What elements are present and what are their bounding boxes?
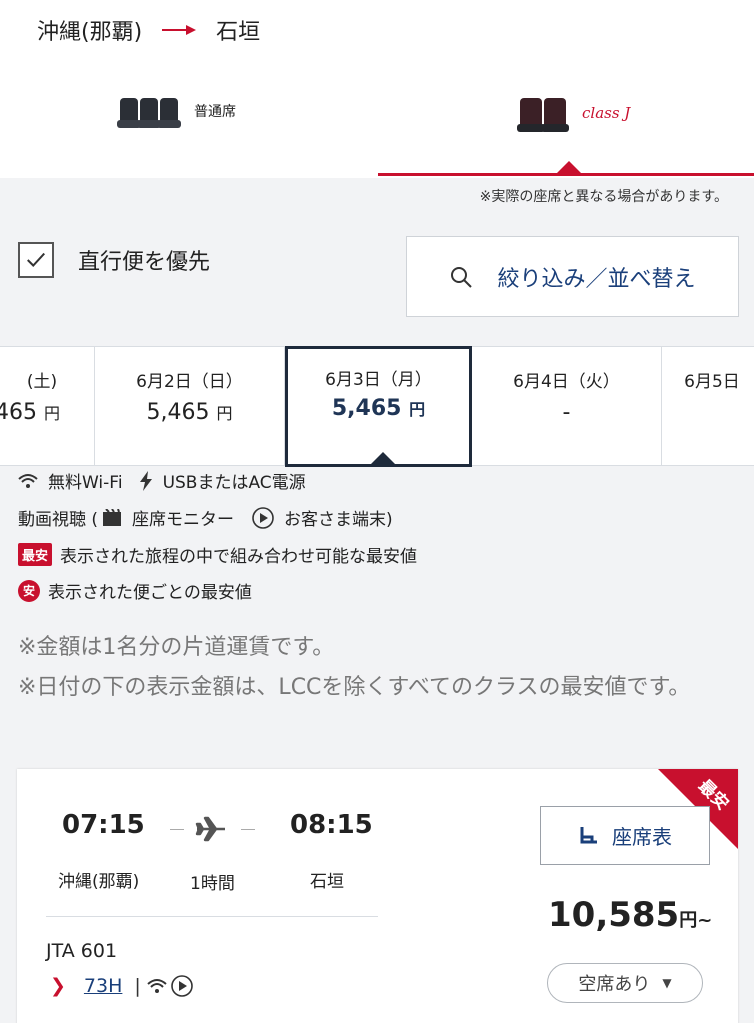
video-label: 動画視聴 ( bbox=[18, 510, 99, 530]
date-cell[interactable]: 6月2日（日） 5,465 円 bbox=[95, 347, 285, 465]
wifi-label: 無料Wi-Fi bbox=[48, 473, 123, 493]
selected-date-pointer bbox=[371, 452, 395, 464]
header: 沖縄(那覇) 石垣 普通席 class J bbox=[0, 0, 754, 178]
power-icon bbox=[139, 470, 153, 491]
page: 沖縄(那覇) 石垣 普通席 class J ※実際の座席と異なる場合があります。… bbox=[0, 0, 754, 1023]
legend-cheapest: 最安 表示された旅程の中で組み合わせ可能な最安値 bbox=[18, 542, 417, 567]
date-cell-selected[interactable]: 6月3日（月） 5,465 円 bbox=[285, 346, 472, 467]
divider bbox=[241, 829, 255, 830]
arrive-time: 08:15 bbox=[290, 810, 373, 840]
cheap-text: 表示された便ごとの最安値 bbox=[48, 583, 252, 603]
fare-price: 10,585円~ bbox=[548, 895, 713, 935]
cheapest-text: 表示された旅程の中で組み合わせ可能な最安値 bbox=[60, 547, 418, 567]
power-label: USBまたはAC電源 bbox=[162, 473, 306, 493]
check-icon bbox=[27, 252, 45, 267]
availability-dropdown[interactable]: 空席あり ▼ bbox=[547, 963, 703, 1003]
cheap-badge: 安 bbox=[18, 579, 40, 602]
prefer-direct-label: 直行便を優先 bbox=[78, 250, 211, 275]
date-cell[interactable]: 6月4日（火） - bbox=[472, 347, 662, 465]
chevron-right-icon: ❯ bbox=[50, 975, 66, 997]
depart-airport: 沖縄(那覇) bbox=[58, 872, 140, 892]
tab-class-j-label: class J bbox=[582, 104, 631, 122]
aircraft-type-link[interactable]: 73H bbox=[84, 975, 122, 997]
date-cell[interactable]: (土) 5,465 円 bbox=[0, 347, 95, 465]
economy-seat-icon bbox=[117, 98, 181, 128]
prefer-direct-checkbox[interactable] bbox=[18, 242, 54, 278]
fare-note: ※金額は1名分の片道運賃です。 bbox=[18, 635, 335, 660]
arrive-airport: 石垣 bbox=[310, 872, 344, 892]
seat-monitor-label: 座席モニター bbox=[132, 510, 235, 530]
divider bbox=[170, 829, 184, 830]
arrow-right-icon bbox=[162, 22, 197, 38]
active-tab-underline bbox=[378, 173, 754, 176]
filter-sort-label: 絞り込み／並べ替え bbox=[497, 266, 696, 292]
tab-class-j[interactable]: class J bbox=[517, 98, 631, 132]
class-j-seat-icon bbox=[517, 98, 569, 132]
play-icon bbox=[170, 975, 193, 997]
wifi-icon bbox=[18, 473, 38, 489]
seat-icon bbox=[580, 826, 597, 843]
price-note: ※日付の下の表示金額は、LCCを除くすべてのクラスの最安値です。 bbox=[18, 675, 691, 700]
legend-video: 動画視聴 ( 座席モニター お客さま端末) bbox=[18, 505, 393, 530]
flight-number: JTA 601 bbox=[46, 940, 118, 962]
duration: 1時間 bbox=[190, 874, 235, 894]
seatmap-button[interactable]: 座席表 bbox=[540, 806, 710, 865]
route-title: 沖縄(那覇) 石垣 bbox=[37, 14, 260, 46]
date-cell[interactable]: 6月5日 bbox=[662, 347, 754, 465]
destination: 石垣 bbox=[216, 20, 261, 45]
legend-amenities: 無料Wi-Fi USBまたはAC電源 bbox=[18, 468, 306, 493]
availability-label: 空席あり bbox=[578, 974, 651, 995]
seat-note: ※実際の座席と異なる場合があります。 bbox=[479, 189, 728, 205]
equipment-row: ❯ 73H | bbox=[50, 975, 193, 997]
chevron-down-icon: ▼ bbox=[662, 976, 672, 990]
wifi-icon bbox=[147, 979, 167, 993]
seat-monitor-icon bbox=[102, 508, 122, 527]
tab-economy-label: 普通席 bbox=[194, 104, 236, 120]
legend-cheap: 安 表示された便ごとの最安値 bbox=[18, 578, 252, 603]
active-tab-indicator bbox=[557, 161, 581, 173]
search-icon bbox=[451, 266, 473, 288]
filter-sort-button[interactable]: 絞り込み／並べ替え bbox=[406, 236, 739, 317]
play-icon bbox=[252, 506, 274, 529]
seatmap-label: 座席表 bbox=[612, 825, 672, 849]
depart-time: 07:15 bbox=[62, 810, 145, 840]
divider bbox=[46, 916, 378, 917]
divider: | bbox=[134, 975, 141, 997]
origin: 沖縄(那覇) bbox=[37, 20, 143, 45]
airplane-icon bbox=[195, 816, 225, 842]
tab-economy[interactable]: 普通席 bbox=[117, 98, 236, 128]
personal-device-label: お客さま端末) bbox=[284, 510, 393, 530]
cheapest-badge: 最安 bbox=[18, 543, 53, 566]
